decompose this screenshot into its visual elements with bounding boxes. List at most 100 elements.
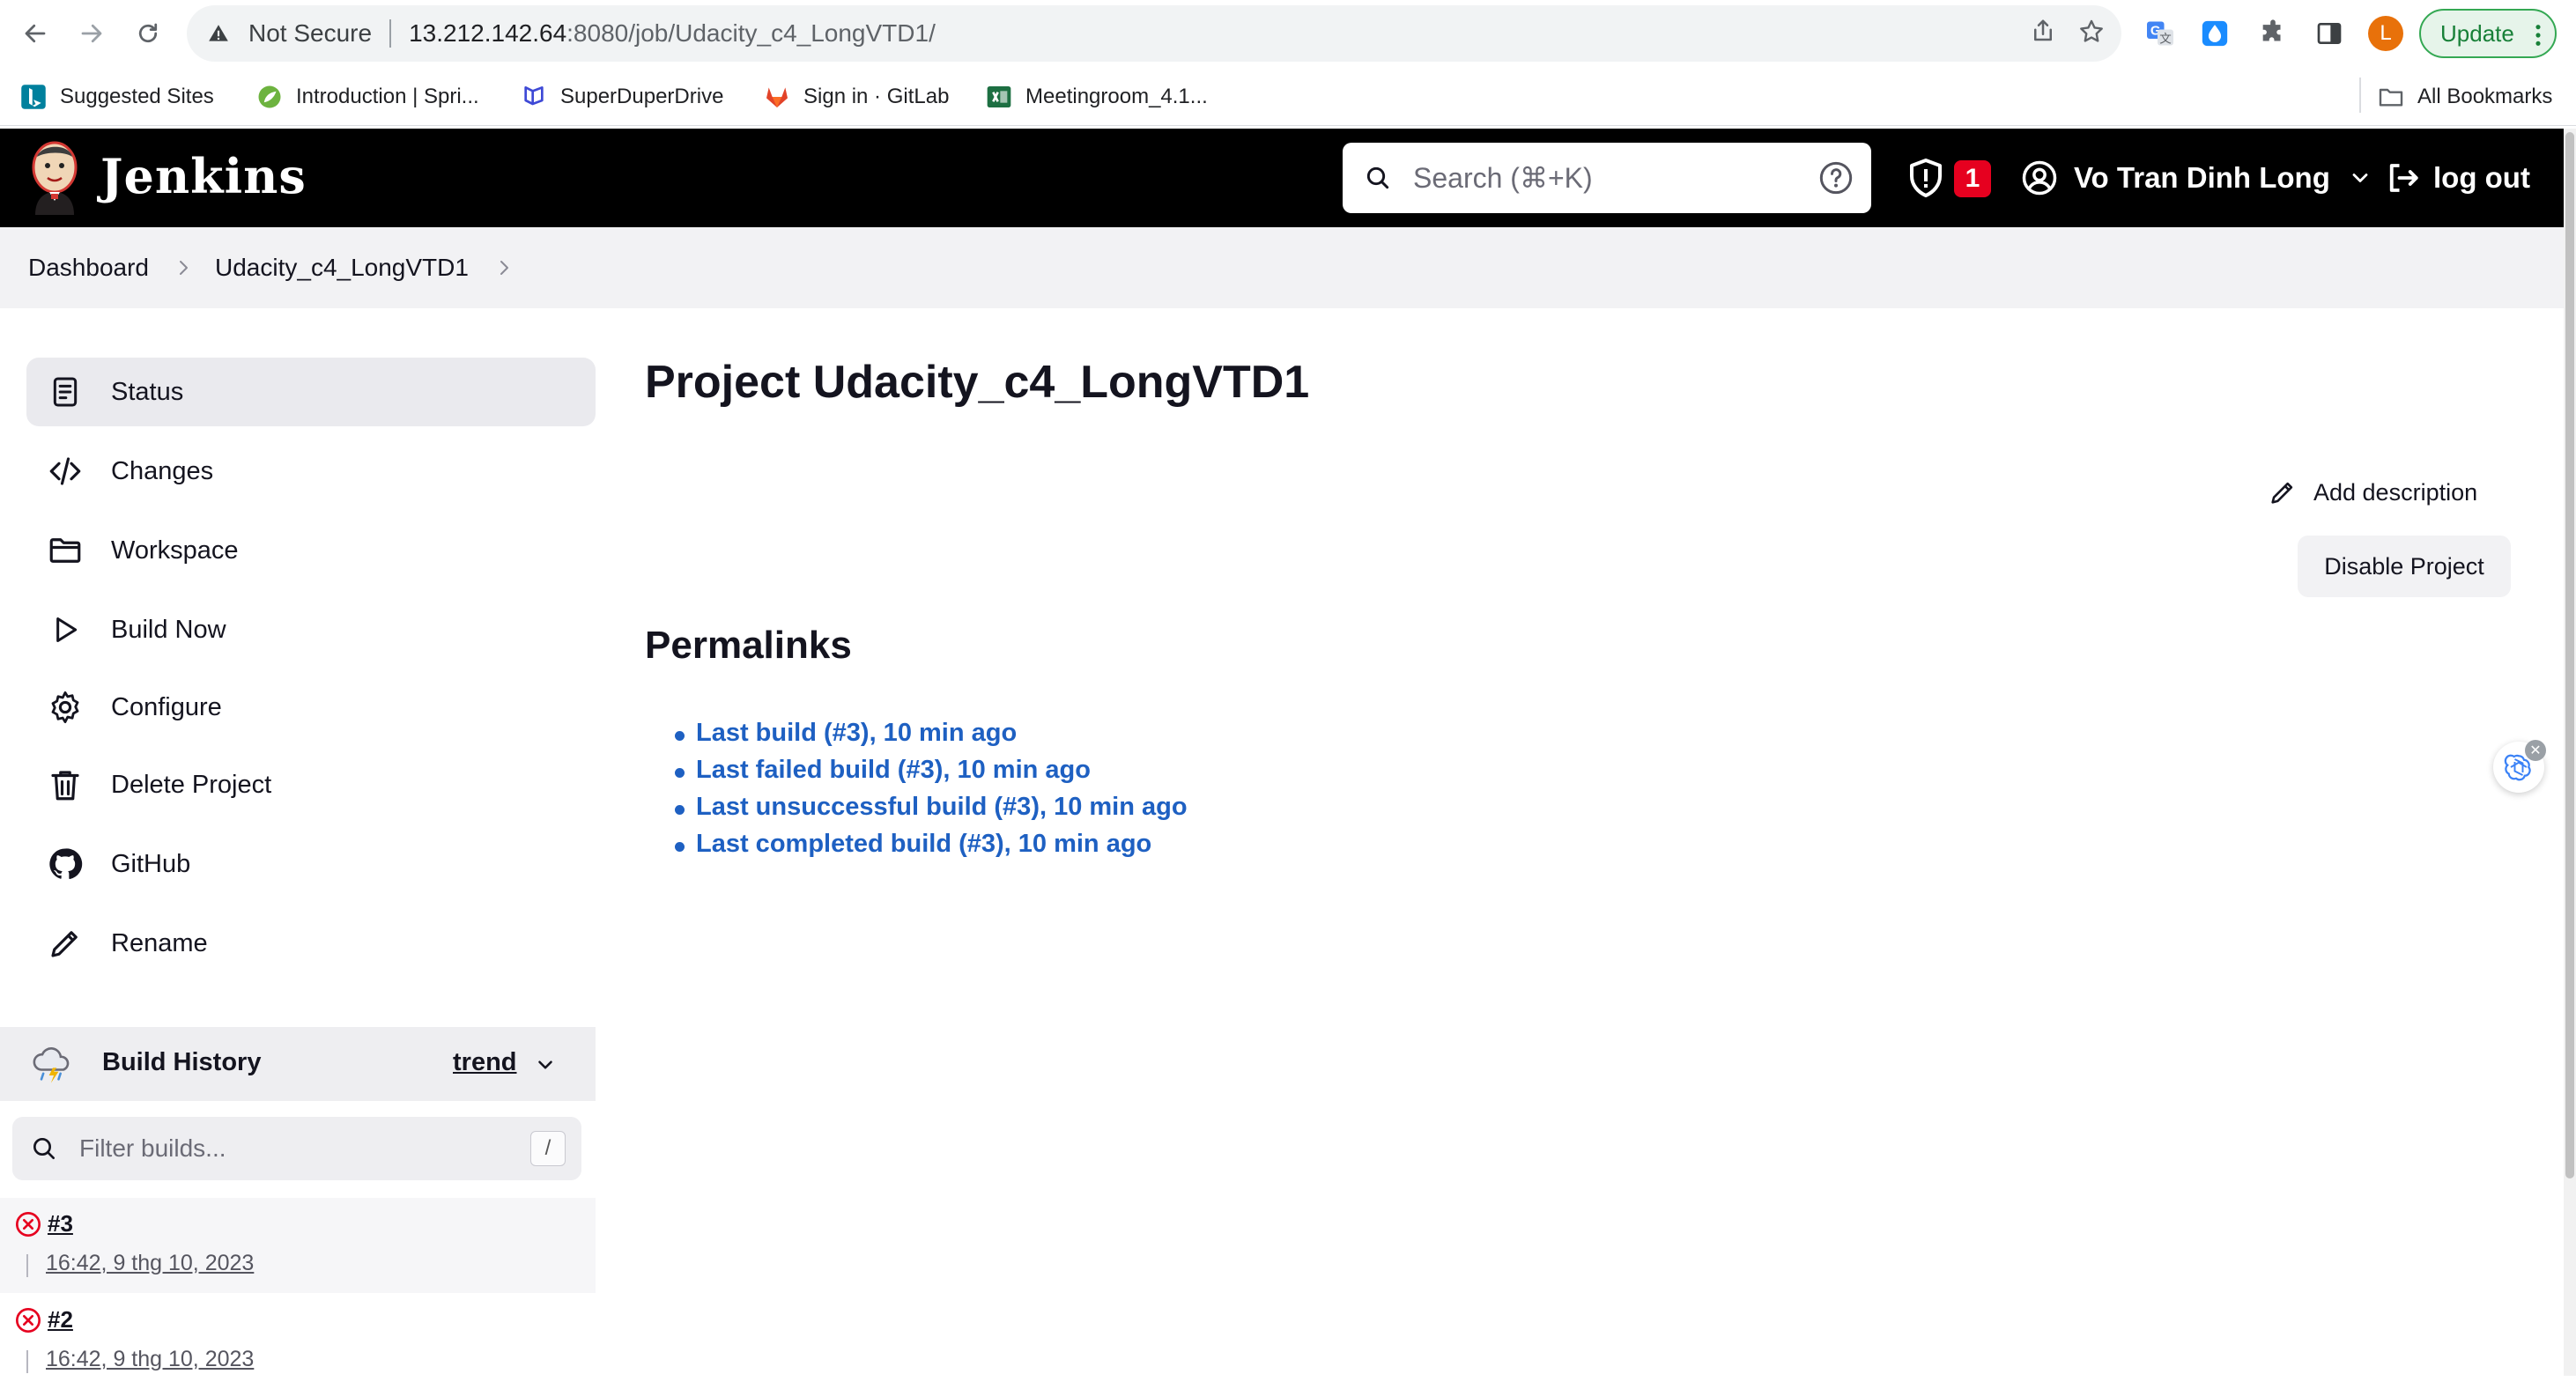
- task-label: Workspace: [111, 536, 239, 565]
- bookmark-suggested-sites[interactable]: Suggested Sites: [19, 79, 214, 115]
- bookmark-label: SuperDuperDrive: [560, 85, 724, 108]
- permalink-last-completed-build[interactable]: Last completed build (#3), 10 min ago: [675, 830, 1188, 867]
- chevron-right-icon[interactable]: [173, 257, 194, 278]
- security-alert-badge[interactable]: 1: [1954, 160, 1991, 197]
- side-panel-icon[interactable]: [2308, 12, 2350, 55]
- permalink-last-unsuccessful-build[interactable]: Last unsuccessful build (#3), 10 min ago: [675, 793, 1188, 830]
- failed-status-icon: [16, 1308, 41, 1333]
- task-github[interactable]: GitHub: [26, 830, 596, 898]
- bookmark-superduperdrive[interactable]: SuperDuperDrive: [520, 79, 723, 115]
- task-workspace[interactable]: Workspace: [26, 516, 596, 585]
- breadcrumb-project[interactable]: Udacity_c4_LongVTD1: [215, 254, 469, 282]
- bookmark-meetingroom[interactable]: Meetingroom_4.1...: [985, 79, 1208, 115]
- permalink-last-build[interactable]: Last build (#3), 10 min ago: [675, 719, 1188, 756]
- keyboard-shortcut-hint: /: [530, 1131, 566, 1166]
- github-icon: [46, 845, 85, 883]
- more-menu-icon[interactable]: [2534, 23, 2543, 54]
- profile-avatar[interactable]: L: [2368, 16, 2403, 51]
- reload-icon: [138, 23, 158, 43]
- bookmarks-bar: Suggested Sites Introduction | Spri... S…: [0, 67, 2576, 126]
- build-number-link[interactable]: #2: [48, 1306, 73, 1334]
- url-host: 13.212.142.64: [409, 19, 567, 47]
- bookmark-spring-intro[interactable]: Introduction | Spri...: [255, 79, 479, 115]
- forward-arrow-icon: [81, 24, 102, 43]
- task-label: Status: [111, 377, 184, 406]
- search-box[interactable]: [1343, 143, 1871, 213]
- search-input[interactable]: [1411, 160, 1794, 196]
- build-time-link[interactable]: 16:42, 9 thg 10, 2023: [46, 1347, 254, 1372]
- filter-builds-input[interactable]: [78, 1134, 504, 1164]
- task-delete-project[interactable]: Delete Project: [26, 750, 596, 819]
- permalinks-heading: Permalinks: [645, 624, 852, 667]
- bookmark-star-icon[interactable]: [2077, 18, 2106, 50]
- task-label: Rename: [111, 928, 208, 957]
- build-history-header: Build History trend: [0, 1027, 596, 1101]
- jenkins-header: Jenkins 1 Vo Tran Dinh Long log out: [0, 129, 2564, 227]
- url-path: :8080/job/Udacity_c4_LongVTD1/: [566, 19, 936, 47]
- build-history-title: Build History: [102, 1048, 262, 1076]
- pencil-icon: [2271, 482, 2293, 504]
- bookmark-gitlab[interactable]: Sign in · GitLab: [763, 79, 949, 115]
- gear-icon: [46, 688, 85, 727]
- timeline-bar: [26, 1254, 28, 1277]
- security-shield-icon[interactable]: [1905, 157, 1947, 199]
- timeline-bar: [26, 1350, 28, 1373]
- breadcrumb-dashboard[interactable]: Dashboard: [28, 254, 149, 282]
- task-label: Changes: [111, 456, 214, 485]
- task-changes[interactable]: Changes: [26, 437, 596, 506]
- forward-button[interactable]: [72, 14, 111, 53]
- translate-extension-icon[interactable]: G文: [2139, 12, 2181, 55]
- logout-label: log out: [2433, 161, 2530, 194]
- trend-link[interactable]: trend: [453, 1048, 517, 1077]
- folder-icon: [2377, 83, 2405, 111]
- extensions-puzzle-icon[interactable]: [2252, 12, 2294, 55]
- logout-icon: [2389, 164, 2418, 192]
- security-label: Not Secure: [248, 19, 373, 47]
- build-row[interactable]: #2 16:42, 9 thg 10, 2023: [0, 1294, 596, 1389]
- back-button[interactable]: [16, 14, 55, 53]
- close-icon[interactable]: ✕: [2525, 740, 2546, 761]
- bookmark-label: Introduction | Spri...: [296, 85, 479, 108]
- bookmark-label: Sign in · GitLab: [803, 85, 950, 108]
- url-text: 13.212.142.64:8080/job/Udacity_c4_LongVT…: [409, 19, 936, 48]
- permalink-last-failed-build[interactable]: Last failed build (#3), 10 min ago: [675, 756, 1188, 793]
- task-build-now[interactable]: Build Now: [26, 595, 596, 664]
- user-avatar-icon: [2022, 160, 2057, 196]
- bookmarks-divider: [2359, 78, 2361, 113]
- bing-icon: [19, 83, 48, 111]
- logout-link[interactable]: log out: [2384, 155, 2530, 201]
- build-number-link[interactable]: #3: [48, 1210, 73, 1238]
- chevron-down-icon[interactable]: [534, 1053, 557, 1076]
- task-configure[interactable]: Configure: [26, 673, 596, 742]
- udacity-logo-icon: [520, 83, 548, 111]
- task-label: GitHub: [111, 849, 191, 878]
- build-time-link[interactable]: 16:42, 9 thg 10, 2023: [46, 1251, 254, 1276]
- user-menu[interactable]: Vo Tran Dinh Long: [2021, 155, 2372, 201]
- disable-project-button[interactable]: Disable Project: [2298, 536, 2511, 597]
- permalinks-list: Last build (#3), 10 min ago Last failed …: [675, 719, 1188, 867]
- add-description-link[interactable]: Add description: [2268, 472, 2477, 513]
- play-icon: [46, 610, 85, 649]
- share-icon[interactable]: [2030, 18, 2056, 50]
- address-bar[interactable]: Not Secure 13.212.142.64:8080/job/Udacit…: [187, 5, 2121, 62]
- weather-storm-icon: [33, 1047, 70, 1083]
- browser-toolbar: Not Secure 13.212.142.64:8080/job/Udacit…: [0, 0, 2576, 67]
- update-button[interactable]: Update: [2419, 9, 2557, 58]
- scrollbar-thumb[interactable]: [2565, 132, 2574, 1178]
- task-status[interactable]: Status: [26, 358, 596, 426]
- filter-builds[interactable]: /: [12, 1117, 581, 1180]
- build-row[interactable]: #3 16:42, 9 thg 10, 2023: [0, 1198, 596, 1293]
- jenkins-butler-logo[interactable]: [26, 137, 83, 218]
- reload-button[interactable]: [129, 14, 167, 53]
- bookmark-all-bookmarks[interactable]: All Bookmarks: [2377, 79, 2552, 115]
- jenkins-title[interactable]: Jenkins: [100, 148, 307, 204]
- chevron-right-icon[interactable]: [493, 257, 514, 278]
- task-rename[interactable]: Rename: [26, 909, 596, 978]
- breadcrumb: Dashboard Udacity_c4_LongVTD1: [0, 227, 2564, 308]
- help-icon[interactable]: [1818, 160, 1854, 196]
- bookmark-label: Suggested Sites: [60, 85, 214, 108]
- warning-icon[interactable]: [206, 21, 231, 46]
- droplet-extension-icon[interactable]: [2194, 12, 2236, 55]
- pencil-icon: [46, 924, 85, 963]
- bookmark-label: Meetingroom_4.1...: [1025, 85, 1208, 108]
